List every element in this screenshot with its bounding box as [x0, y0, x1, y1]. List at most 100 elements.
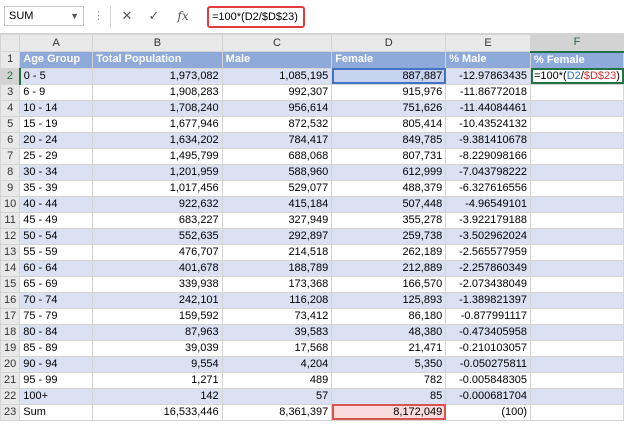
cell-d15[interactable]: 166,570	[331, 275, 447, 293]
cell-e20[interactable]: -0.050275811	[445, 355, 531, 373]
cell-c4[interactable]: 956,614	[221, 99, 333, 117]
cell-b5[interactable]: 1,677,946	[92, 115, 223, 133]
cell-d12[interactable]: 259,738	[331, 227, 447, 245]
row-header[interactable]: 3	[0, 83, 21, 101]
cell-a15[interactable]: 65 - 69	[19, 275, 94, 293]
cell-a1[interactable]: Age Group	[19, 51, 94, 69]
cell-f14[interactable]	[530, 259, 624, 277]
cell-f17[interactable]	[530, 307, 624, 325]
cell-f10[interactable]	[530, 195, 624, 213]
cell-f9[interactable]	[530, 179, 624, 197]
column-header-f[interactable]: F	[530, 34, 624, 53]
cell-c10[interactable]: 415,184	[221, 195, 333, 213]
cell-e14[interactable]: -2.257860349	[445, 259, 531, 277]
cell-f12[interactable]	[530, 227, 624, 245]
cell-f15[interactable]	[530, 275, 624, 293]
cell-c1[interactable]: Male	[221, 51, 333, 69]
cell-f21[interactable]	[530, 371, 624, 389]
cell-d13[interactable]: 262,189	[331, 243, 447, 261]
cell-d5[interactable]: 805,414	[331, 115, 447, 133]
row-header[interactable]: 21	[0, 371, 21, 389]
cell-f20[interactable]	[530, 355, 624, 373]
cell-d21[interactable]: 782	[331, 371, 447, 389]
cell-a8[interactable]: 30 - 34	[19, 163, 94, 181]
cell-f3[interactable]	[530, 83, 624, 101]
cell-d17[interactable]: 86,180	[331, 307, 447, 325]
cell-c3[interactable]: 992,307	[221, 83, 333, 101]
cell-e1[interactable]: % Male	[445, 51, 531, 69]
cell-e12[interactable]: -3.502962024	[445, 227, 531, 245]
cell-f5[interactable]	[530, 115, 624, 133]
column-header-d[interactable]: D	[331, 34, 447, 52]
cell-a4[interactable]: 10 - 14	[19, 99, 94, 117]
row-header[interactable]: 18	[0, 323, 21, 341]
chevron-down-icon[interactable]: ▼	[70, 7, 79, 25]
row-header[interactable]: 22	[0, 387, 21, 405]
cell-a10[interactable]: 40 - 44	[19, 195, 94, 213]
cell-e17[interactable]: -0.877991117	[445, 307, 531, 325]
cell-b4[interactable]: 1,708,240	[92, 99, 223, 117]
cell-a3[interactable]: 6 - 9	[19, 83, 94, 101]
row-header[interactable]: 7	[0, 147, 21, 165]
cell-b12[interactable]: 552,635	[92, 227, 223, 245]
cell-a7[interactable]: 25 - 29	[19, 147, 94, 165]
row-header[interactable]: 13	[0, 243, 21, 261]
cell-d9[interactable]: 488,379	[331, 179, 447, 197]
cell-b20[interactable]: 9,554	[92, 355, 223, 373]
enter-check-icon[interactable]: ✓	[143, 6, 165, 26]
cell-a19[interactable]: 85 - 89	[19, 339, 94, 357]
cell-c15[interactable]: 173,368	[221, 275, 333, 293]
cell-b21[interactable]: 1,271	[92, 371, 223, 389]
cell-d4[interactable]: 751,626	[331, 99, 447, 117]
row-header[interactable]: 20	[0, 355, 21, 373]
cell-c18[interactable]: 39,583	[221, 323, 333, 341]
cell-c12[interactable]: 292,897	[221, 227, 333, 245]
cell-d3[interactable]: 915,976	[331, 83, 447, 101]
cell-e11[interactable]: -3.922179188	[445, 211, 531, 229]
cell-e18[interactable]: -0.473405958	[445, 323, 531, 341]
row-header[interactable]: 16	[0, 291, 21, 309]
cell-d6[interactable]: 849,785	[331, 131, 447, 149]
row-header[interactable]: 6	[0, 131, 21, 149]
cell-e6[interactable]: -9.381410678	[445, 131, 531, 149]
formula-input[interactable]: =100*(D2/$D$23)	[207, 6, 305, 28]
cell-e10[interactable]: -4.96549101	[445, 195, 531, 213]
cell-a22[interactable]: 100+	[19, 387, 94, 405]
row-header[interactable]: 17	[0, 307, 21, 325]
cell-f11[interactable]	[530, 211, 624, 229]
cell-a23[interactable]: Sum	[19, 403, 94, 421]
cell-b6[interactable]: 1,634,202	[92, 131, 223, 149]
cell-e3[interactable]: -11.86772018	[445, 83, 531, 101]
cell-b7[interactable]: 1,495,799	[92, 147, 223, 165]
active-cell-editor[interactable]: =100*(D2/$D$23)	[530, 67, 624, 85]
cell-b11[interactable]: 683,227	[92, 211, 223, 229]
column-header-e[interactable]: E	[445, 34, 531, 52]
cell-b8[interactable]: 1,201,959	[92, 163, 223, 181]
cancel-icon[interactable]: ✕	[116, 6, 138, 26]
cell-c14[interactable]: 188,789	[221, 259, 333, 277]
cell-c8[interactable]: 588,960	[221, 163, 333, 181]
name-box[interactable]: SUM ▼	[4, 6, 84, 26]
cell-f13[interactable]	[530, 243, 624, 261]
cell-d14[interactable]: 212,889	[331, 259, 447, 277]
cell-f8[interactable]	[530, 163, 624, 181]
row-header[interactable]: 11	[0, 211, 21, 229]
cell-a16[interactable]: 70 - 74	[19, 291, 94, 309]
cell-e8[interactable]: -7.043798222	[445, 163, 531, 181]
cell-c22[interactable]: 57	[221, 387, 333, 405]
cell-f19[interactable]	[530, 339, 624, 357]
cell-c23[interactable]: 8,361,397	[221, 403, 333, 421]
row-header[interactable]: 9	[0, 179, 21, 197]
cell-f7[interactable]	[530, 147, 624, 165]
cell-a17[interactable]: 75 - 79	[19, 307, 94, 325]
row-header[interactable]: 14	[0, 259, 21, 277]
select-all-corner[interactable]	[0, 34, 21, 52]
cell-b22[interactable]: 142	[92, 387, 223, 405]
cell-f23[interactable]	[530, 403, 624, 421]
row-header[interactable]: 15	[0, 275, 21, 293]
cell-e22[interactable]: -0.000681704	[445, 387, 531, 405]
cell-c19[interactable]: 17,568	[221, 339, 333, 357]
cell-b13[interactable]: 476,707	[92, 243, 223, 261]
cell-a5[interactable]: 15 - 19	[19, 115, 94, 133]
cell-d1[interactable]: Female	[331, 51, 447, 69]
